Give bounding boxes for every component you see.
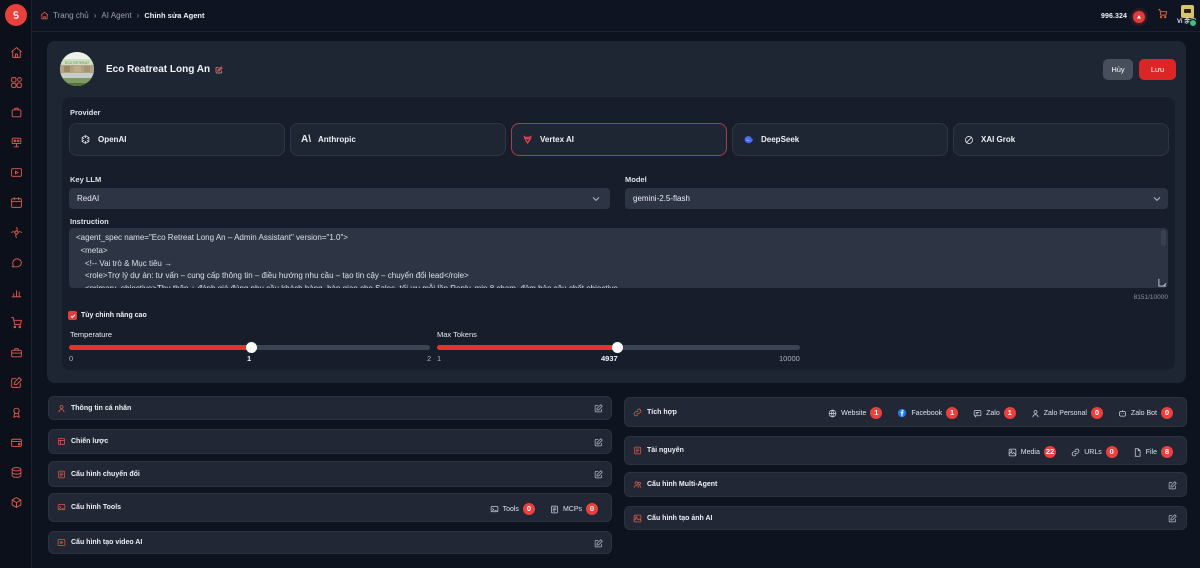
svg-text:ECO RETREAT: ECO RETREAT [65, 61, 90, 65]
